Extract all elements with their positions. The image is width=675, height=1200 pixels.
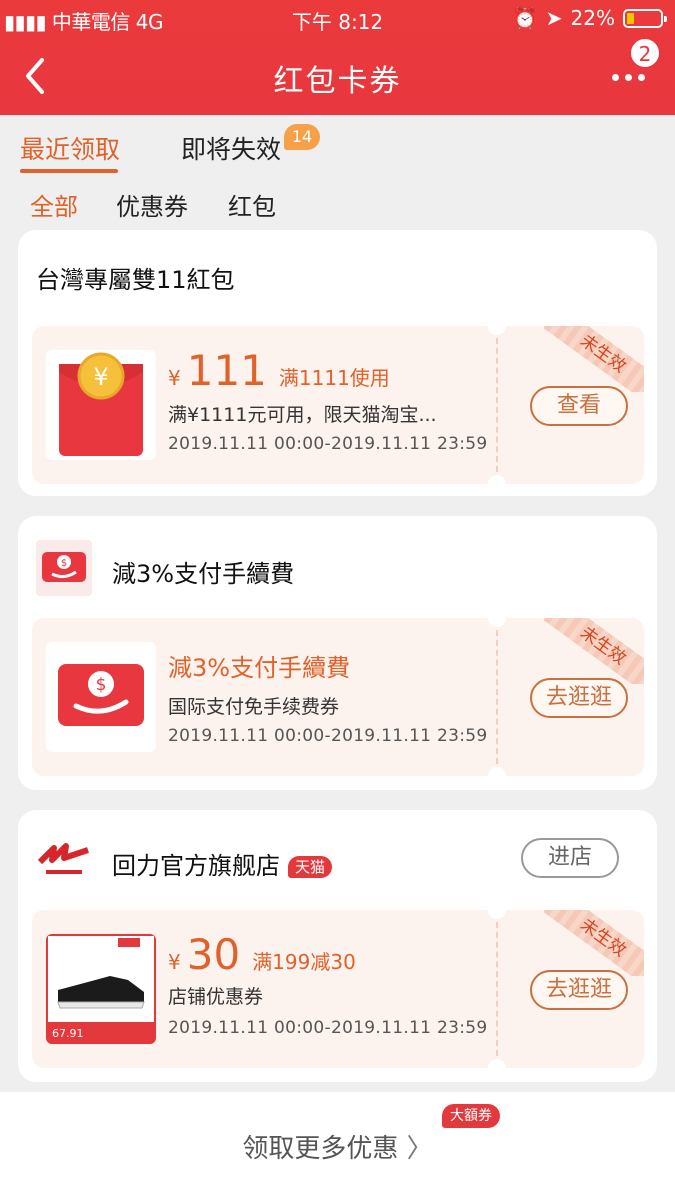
coupon-description: 满¥1111元可用，限天猫淘宝... — [168, 404, 437, 426]
coupon-validity: 2019.11.11 00:00-2019.11.11 23:59 — [168, 1018, 488, 1038]
view-button[interactable]: 查看 — [530, 386, 628, 426]
not-active-stamp: 未生效 — [544, 910, 644, 976]
go-shop-button[interactable]: 去逛逛 — [530, 678, 628, 718]
coupon-validity: 2019.11.11 00:00-2019.11.11 23:59 — [168, 726, 488, 746]
coupon-description: 店铺优惠券 — [168, 986, 264, 1008]
tab-bar: 最近领取 即将失效 — [0, 115, 675, 175]
navbar: 红包卡券 2 — [0, 37, 675, 115]
battery-icon — [623, 8, 667, 28]
coupon-description: 国际支付免手续费券 — [168, 696, 340, 718]
more-offers-bar[interactable]: 大額券 领取更多优惠 〉 — [0, 1092, 675, 1200]
filter-bar: 全部 优惠券 红包 — [0, 182, 675, 222]
coupon-ticket[interactable]: $ 減3%支付手續費 国际支付免手续费券 2019.11.11 00:00-20… — [32, 618, 644, 776]
chevron-right-icon: 〉 — [406, 1134, 433, 1164]
big-coupon-badge: 大額券 — [442, 1104, 500, 1128]
tmall-badge: 天猫 — [288, 856, 333, 878]
enter-shop-button[interactable]: 进店 — [521, 838, 619, 878]
filter-coupons[interactable]: 优惠券 — [116, 187, 188, 222]
app-header: ▮▮▮▮ 中華電信 4G 下午 8:12 ⏰ ➤ 22% 红包卡券 2 — [0, 0, 675, 115]
not-active-stamp: 未生效 — [544, 618, 644, 684]
shop-name-row[interactable]: 回力官方旗舰店 天猫 — [112, 846, 333, 881]
coupon-validity: 2019.11.11 00:00-2019.11.11 23:59 — [168, 434, 488, 454]
tab-active-indicator — [20, 169, 118, 173]
svg-text:$: $ — [96, 675, 107, 695]
coupon-card: $ 減3%支付手續費 $ 減3%支付手續費 国际支付免手续费券 2019.11.… — [18, 516, 657, 790]
coupon-name: 減3%支付手續費 — [168, 654, 351, 682]
status-right: ⏰ ➤ 22% — [512, 6, 667, 30]
svg-text:$: $ — [61, 558, 67, 569]
fee-waiver-icon: $ — [46, 642, 156, 752]
card-title: 減3%支付手續費 — [112, 560, 295, 588]
tab-recent[interactable]: 最近领取 — [20, 130, 120, 166]
coupon-amount: ¥ 30 满199减30 — [168, 930, 356, 979]
not-active-stamp: 未生效 — [544, 326, 644, 392]
shop-name: 回力官方旗舰店 — [112, 852, 280, 880]
battery-percent: 22% — [570, 6, 615, 30]
red-packet-icon: ¥ — [46, 350, 156, 460]
status-bar: ▮▮▮▮ 中華電信 4G 下午 8:12 ⏰ ➤ 22% — [0, 0, 675, 38]
fee-coupon-logo: $ — [36, 540, 92, 596]
product-image: 67.91 — [46, 934, 156, 1044]
go-shop-button[interactable]: 去逛逛 — [530, 970, 628, 1010]
warrior-brand-logo[interactable] — [36, 832, 92, 888]
tab-expiring[interactable]: 即将失效 — [181, 130, 281, 166]
svg-text:¥: ¥ — [93, 363, 108, 391]
filter-red-packets[interactable]: 红包 — [228, 187, 276, 222]
location-icon: ➤ — [545, 6, 563, 30]
coupon-ticket[interactable]: 67.91 ¥ 30 满199减30 店铺优惠券 2019.11.11 00:0… — [32, 910, 644, 1068]
alarm-icon: ⏰ — [512, 6, 538, 30]
coupon-amount: ¥ 111 满1111使用 — [168, 346, 390, 395]
filter-all[interactable]: 全部 — [30, 187, 78, 222]
more-button[interactable] — [612, 74, 645, 81]
coupon-ticket[interactable]: ¥ ¥ 111 满1111使用 满¥1111元可用，限天猫淘宝... 2019.… — [32, 326, 644, 484]
page-title: 红包卡券 — [273, 64, 402, 99]
notification-badge[interactable]: 2 — [629, 37, 661, 69]
coupon-card: 台灣專屬雙11紅包 ¥ ¥ 111 满1111使用 满¥1111元可用，限天猫淘… — [18, 230, 657, 496]
expiring-count-badge: 14 — [284, 124, 320, 150]
coupon-card: 回力官方旗舰店 天猫 进店 67.91 ¥ 30 满199减30 店铺优惠券 20… — [18, 810, 657, 1082]
card-title: 台灣專屬雙11紅包 — [36, 266, 235, 294]
svg-text:67.91: 67.91 — [52, 1027, 84, 1040]
more-offers-link[interactable]: 领取更多优惠 〉 — [0, 1128, 675, 1165]
